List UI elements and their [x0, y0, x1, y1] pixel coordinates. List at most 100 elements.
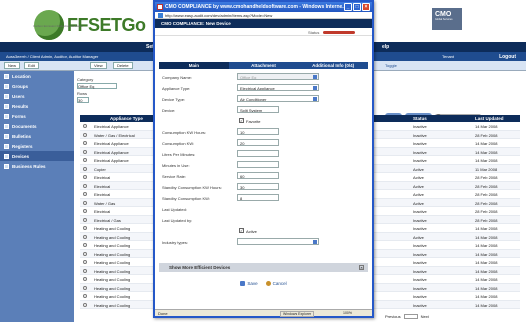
row-radio[interactable] [83, 141, 87, 145]
company-name-select[interactable]: Office Eq [237, 73, 319, 80]
category-select[interactable]: Office Eq [77, 83, 117, 89]
column-status[interactable]: Status [413, 116, 427, 121]
cell-appliance-type: Water / Gas [94, 200, 116, 206]
delete-button[interactable]: Delete [113, 62, 133, 69]
devices-icon [4, 153, 9, 159]
favorite-checkbox[interactable]: ✓ [239, 118, 244, 123]
row-radio[interactable] [83, 277, 87, 281]
page-select[interactable] [403, 314, 418, 319]
standby-kwh-field[interactable]: 30 [237, 183, 279, 190]
tab-additional-info[interactable]: Additional Info (0/4) [298, 62, 368, 69]
cell-last-updated: 14 Mar 2008 [475, 141, 498, 146]
address-bar[interactable]: http://www.easy-audit.com/dev/admin/Item… [155, 12, 372, 19]
sidebar-item-documents[interactable]: Documents [0, 121, 74, 131]
tab-main[interactable]: Main [159, 62, 229, 69]
column-last-updated[interactable]: Last Updated [475, 116, 504, 121]
rows-select[interactable]: 30 [77, 97, 89, 103]
row-radio[interactable] [83, 183, 87, 188]
row-radio[interactable] [83, 158, 87, 162]
cancel-button[interactable]: Cancel [265, 278, 287, 288]
window-titlebar[interactable]: CMO COMPLIANCE by www.cmohandheldsoftwar… [155, 2, 372, 12]
cell-status: Active [413, 200, 424, 206]
row-radio[interactable] [83, 234, 87, 239]
maximize-icon[interactable]: □ [353, 3, 361, 11]
row-radio[interactable] [83, 294, 87, 298]
cell-last-updated: 14 Mar 2008 [475, 285, 498, 291]
row-radio[interactable] [83, 285, 87, 290]
row-radio[interactable] [83, 260, 87, 264]
cell-last-updated: 14 Mar 2008 [475, 268, 498, 274]
cell-appliance-type: Heating and Cooling [94, 277, 131, 282]
cell-appliance-type: Electrical [94, 175, 111, 180]
cell-status: Inactive [413, 251, 427, 257]
appliance-type-select[interactable]: Electrical Appliance [237, 84, 319, 91]
row-radio[interactable] [83, 217, 87, 222]
sidebar-item-results[interactable]: Results [0, 101, 74, 111]
sidebar-item-devices[interactable]: Devices [0, 151, 74, 161]
active-checkbox[interactable]: ✓ [239, 228, 244, 233]
row-radio[interactable] [83, 200, 87, 205]
cell-status: Inactive [413, 124, 427, 129]
window-title: CMO COMPLIANCE by www.cmohandheldsoftwar… [165, 4, 347, 10]
more-efficient-devices-bar[interactable]: Show More Efficient Devices × [159, 263, 368, 272]
cell-appliance-type: Electrical [94, 183, 111, 189]
row-radio[interactable] [83, 132, 87, 137]
sidebar-item-location[interactable]: Location [0, 71, 74, 81]
row-radio[interactable] [83, 175, 87, 179]
device-field[interactable]: Split System [237, 106, 279, 113]
litres-per-minute-field[interactable] [237, 150, 279, 157]
sidebar-item-groups[interactable]: Groups [0, 81, 74, 91]
sidebar-item-users[interactable]: Users [0, 91, 74, 101]
cell-status: Inactive [413, 217, 427, 223]
device-type-select[interactable]: Air Conditioner [237, 95, 319, 102]
minimize-icon[interactable]: _ [344, 3, 352, 11]
consumption-kw-field[interactable]: 20 [237, 139, 279, 146]
close-icon[interactable]: × [362, 3, 370, 11]
nav-item-help[interactable]: elp [382, 44, 389, 50]
cell-last-updated: 28 Feb 2008 [475, 200, 498, 206]
row-radio[interactable] [83, 302, 87, 307]
collapse-icon[interactable]: × [359, 265, 364, 270]
cell-status: Inactive [413, 294, 427, 299]
standby-kw-field[interactable]: 8 [237, 194, 279, 201]
row-radio[interactable] [83, 243, 87, 247]
column-appliance-type[interactable]: Appliance Type [110, 116, 143, 121]
standby-kwh-label: Standby Consumption KW Hours: [162, 185, 222, 190]
sidebar: Location Groups Users Results Forms Docu… [0, 71, 74, 322]
minutes-in-use-field[interactable] [237, 161, 279, 168]
sidebar-item-registers[interactable]: Registers [0, 141, 74, 151]
consumption-kwh-field[interactable]: 10 [237, 128, 279, 135]
sidebar-item-business-rules[interactable]: Business Rules [0, 161, 74, 171]
category-filter: Category Office Eq Rows 30 [74, 74, 154, 110]
zoom-level[interactable]: 100% [343, 311, 352, 315]
view-button[interactable]: View [90, 62, 107, 69]
row-radio[interactable] [83, 209, 87, 213]
results-icon [4, 103, 9, 109]
row-radio[interactable] [83, 192, 87, 196]
cell-last-updated: 28 Feb 2008 [475, 132, 498, 138]
status-label: Status [308, 30, 320, 35]
cell-appliance-type: Electrical Appliance [94, 149, 129, 155]
cell-appliance-type: Electrical [94, 192, 111, 197]
row-radio[interactable] [83, 149, 87, 154]
industry-types-select[interactable] [237, 238, 319, 245]
previous-link[interactable]: Previous [385, 314, 401, 319]
row-radio[interactable] [83, 268, 87, 273]
cell-last-updated: 14 Mar 2008 [475, 277, 498, 282]
row-radio[interactable] [83, 124, 87, 128]
save-button[interactable]: Save [240, 278, 258, 288]
sidebar-item-forms[interactable]: Forms [0, 111, 74, 121]
edit-button[interactable]: Edit [24, 62, 39, 69]
tab-attachment[interactable]: Attachment [229, 62, 299, 69]
logout-link[interactable]: Logout [499, 54, 516, 60]
sidebar-item-bulletins[interactable]: Bulletins [0, 131, 74, 141]
row-radio[interactable] [83, 166, 87, 171]
cell-status: Active [413, 166, 424, 172]
next-link[interactable]: Next [421, 314, 429, 319]
service-rate-field[interactable]: 60 [237, 172, 279, 179]
toggle-link[interactable]: Toggle [385, 63, 401, 68]
row-radio[interactable] [83, 226, 87, 230]
minutes-in-use-label: Minutes in Use: [162, 163, 190, 168]
row-radio[interactable] [83, 251, 87, 256]
new-button[interactable]: New [4, 62, 21, 69]
